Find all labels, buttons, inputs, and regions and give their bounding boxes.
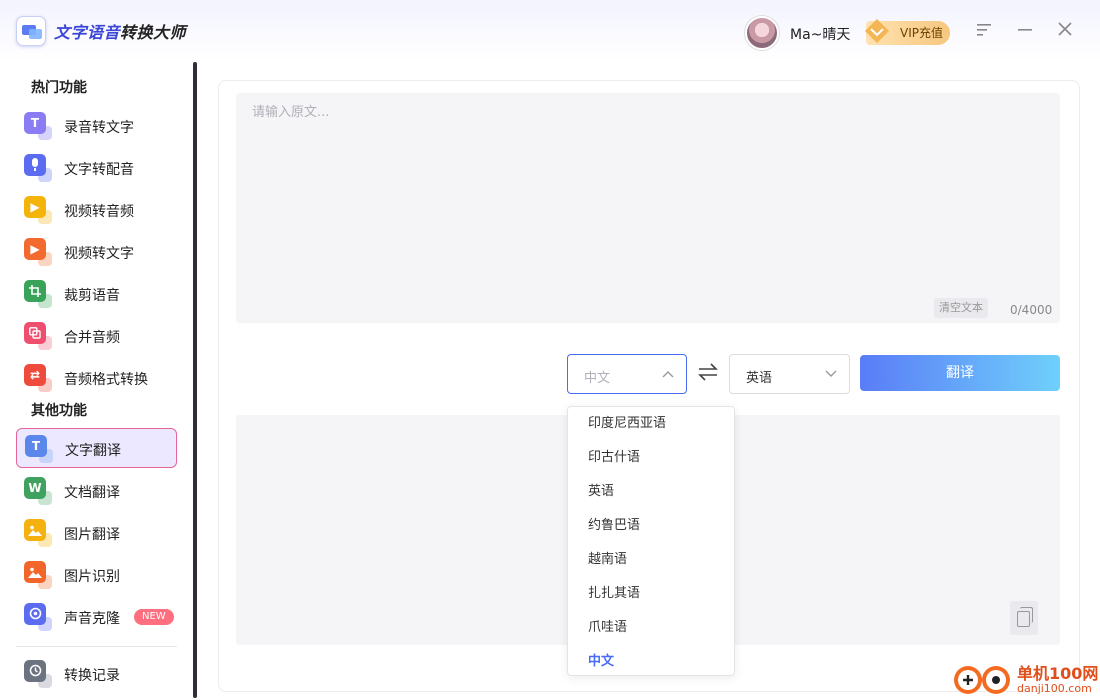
dropdown-option[interactable]: 英语: [568, 475, 734, 509]
source-language-value: 中文: [584, 371, 611, 386]
minimize-icon[interactable]: [1014, 21, 1036, 43]
sidebar-item-label: 视频转音频: [64, 204, 134, 220]
title-bar: 文字语音转换大师 Ma~晴天 VIP充值: [0, 0, 1100, 62]
clear-text-button[interactable]: 清空文本: [934, 298, 988, 318]
source-language-select[interactable]: 中文: [567, 354, 687, 394]
target-language-value: 英语: [746, 371, 773, 386]
word-document-icon: W: [24, 477, 46, 499]
sidebar-item-label: 图片识别: [64, 569, 120, 585]
sidebar-item-label: 录音转文字: [64, 120, 134, 136]
sidebar-item-label: 视频转文字: [64, 246, 134, 262]
sidebar-item-document-translate[interactable]: W 文档翻译: [16, 471, 177, 511]
sidebar-item-label: 裁剪语音: [64, 288, 120, 304]
play-icon: ▶: [24, 238, 46, 260]
vip-diamond-icon: [865, 19, 889, 43]
dropdown-option[interactable]: 印古什语: [568, 441, 734, 475]
dropdown-option-selected[interactable]: 中文: [568, 645, 734, 675]
crop-icon: [24, 280, 46, 302]
dropdown-option[interactable]: 约鲁巴语: [568, 509, 734, 543]
text-icon: T: [25, 435, 47, 457]
dropdown-option[interactable]: 扎扎其语: [568, 577, 734, 611]
image-icon: [24, 561, 46, 583]
sidebar-item-history[interactable]: 转换记录: [16, 654, 177, 694]
dropdown-option[interactable]: 越南语: [568, 543, 734, 577]
app-title-part2: 转换大师: [120, 23, 187, 42]
app-title-part1: 文字语音: [54, 23, 121, 42]
close-icon[interactable]: [1054, 21, 1076, 43]
dropdown-option[interactable]: 印度尼西亚语: [568, 407, 734, 441]
text-icon: T: [24, 112, 46, 134]
other-features-heading: 其他功能: [31, 403, 87, 419]
sidebar-item-label: 文字翻译: [65, 443, 121, 459]
source-placeholder: 请输入原文...: [252, 105, 330, 120]
sidebar-item-image-translate[interactable]: 图片翻译: [16, 513, 177, 553]
translate-button[interactable]: 翻译: [860, 355, 1060, 391]
new-badge: NEW: [134, 609, 174, 625]
chevron-up-icon: [662, 366, 674, 382]
history-icon: [24, 660, 46, 682]
sidebar-item-label: 图片翻译: [64, 527, 120, 543]
watermark-text: 单机100网: [1017, 664, 1099, 683]
app-logo-icon: [16, 16, 46, 46]
watermark-url: danji100.com: [1017, 682, 1092, 695]
sidebar-item-video-to-audio[interactable]: ▶ 视频转音频: [16, 190, 177, 230]
username[interactable]: Ma~晴天: [790, 24, 850, 44]
sidebar-item-label: 音频格式转换: [64, 372, 148, 388]
sidebar-divider: [16, 646, 177, 647]
sidebar-item-voice-clone[interactable]: 声音克隆 NEW: [16, 597, 177, 637]
sidebar-item-label: 文字转配音: [64, 162, 134, 178]
sidebar-item-image-recognition[interactable]: 图片识别: [16, 555, 177, 595]
image-icon: [24, 519, 46, 541]
vip-label: VIP充值: [900, 26, 943, 40]
swap-icon[interactable]: [697, 362, 719, 386]
watermark-logo-icon: [954, 666, 1010, 694]
sidebar-item-text-translate[interactable]: T 文字翻译: [16, 428, 177, 468]
language-dropdown: 印度尼西亚语 印古什语 英语 约鲁巴语 越南语 扎扎其语 爪哇语 中文: [567, 406, 735, 676]
source-text-input[interactable]: [236, 93, 1060, 323]
copy-icon[interactable]: [1010, 601, 1038, 635]
microphone-icon: [24, 154, 46, 176]
sidebar-item-label: 声音克隆: [64, 611, 120, 627]
user-avatar[interactable]: [745, 16, 779, 50]
sidebar-item-audio-format-convert[interactable]: ⇄ 音频格式转换: [16, 358, 177, 398]
sidebar-item-label: 合并音频: [64, 330, 120, 346]
target-language-select[interactable]: 英语: [729, 354, 850, 394]
play-icon: ▶: [24, 196, 46, 218]
sidebar-item-trim-audio[interactable]: 裁剪语音: [16, 274, 177, 314]
sidebar-item-label: 转换记录: [64, 668, 120, 684]
sidebar-item-label: 文档翻译: [64, 485, 120, 501]
merge-icon: [24, 322, 46, 344]
sidebar-item-recording-to-text[interactable]: T 录音转文字: [16, 106, 177, 146]
sidebar-scrollbar[interactable]: [193, 62, 197, 698]
menu-icon[interactable]: [974, 21, 996, 43]
sidebar-item-text-to-speech[interactable]: 文字转配音: [16, 148, 177, 188]
sidebar-item-merge-audio[interactable]: 合并音频: [16, 316, 177, 356]
sidebar-item-video-to-text[interactable]: ▶ 视频转文字: [16, 232, 177, 272]
character-count: 0/4000: [1010, 303, 1053, 317]
hot-features-heading: 热门功能: [31, 80, 87, 96]
dropdown-option[interactable]: 爪哇语: [568, 611, 734, 645]
chevron-down-icon: [825, 366, 837, 382]
convert-arrows-icon: ⇄: [24, 364, 46, 386]
app-title: 文字语音转换大师: [54, 19, 186, 43]
clone-icon: [24, 603, 46, 625]
